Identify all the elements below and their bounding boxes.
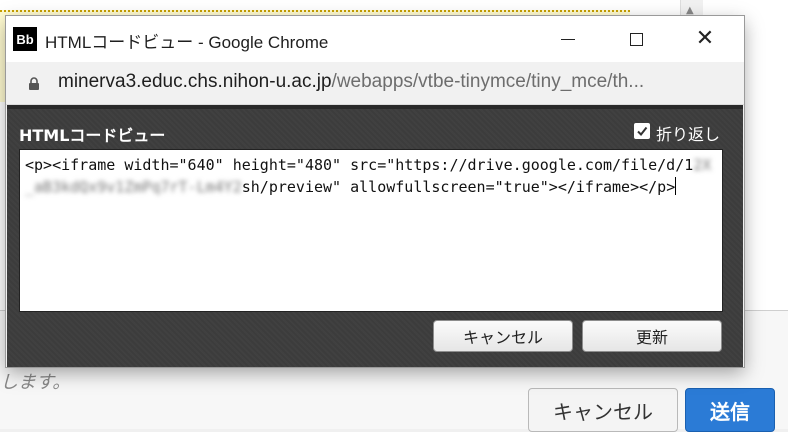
close-icon: ✕ xyxy=(695,26,715,51)
address-bar[interactable]: minerva3.educ.chs.nihon-u.ac.jp/webapps/… xyxy=(6,62,744,105)
dialog-title: HTMLコードビュー xyxy=(19,126,166,145)
lock-icon xyxy=(29,77,39,90)
code-text-after: sh/preview" allowfullscreen="true"></ifr… xyxy=(241,178,676,196)
code-text-before: <p><iframe width="640" height="480" src=… xyxy=(25,156,694,174)
scroll-up-icon[interactable]: ▲ xyxy=(686,5,694,16)
html-code-textarea[interactable]: <p><iframe width="640" height="480" src=… xyxy=(19,149,723,312)
dialog-update-button[interactable]: 更新 xyxy=(582,320,722,352)
minimize-icon xyxy=(561,38,575,40)
url-path: /webapps/vtbe-tinymce/tiny_mce/th... xyxy=(331,71,645,92)
url-host: minerva3.educ.chs.nihon-u.ac.jp xyxy=(58,71,332,92)
checkmark-icon xyxy=(637,126,648,137)
close-button[interactable]: ✕ xyxy=(673,16,737,62)
url-text[interactable]: minerva3.educ.chs.nihon-u.ac.jp/webapps/… xyxy=(58,71,644,93)
popup-window: Bb HTMLコードビュー - Google Chrome ✕ minerva3… xyxy=(6,16,744,367)
maximize-button[interactable] xyxy=(604,16,668,62)
background-submit-button[interactable]: 送信 xyxy=(685,388,775,432)
window-title: HTMLコードビュー - Google Chrome xyxy=(45,33,329,52)
dialog-cancel-button[interactable]: キャンセル xyxy=(433,320,573,352)
wrap-checkbox[interactable] xyxy=(634,123,650,139)
maximize-icon xyxy=(629,32,643,46)
background-cancel-button[interactable]: キャンセル xyxy=(528,388,678,432)
window-titlebar[interactable]: Bb HTMLコードビュー - Google Chrome ✕ xyxy=(6,16,744,62)
blackboard-logo-icon: Bb xyxy=(13,27,37,51)
text-caret xyxy=(675,177,677,195)
wrap-label[interactable]: 折り返し xyxy=(656,121,720,145)
html-code-view-dialog: HTMLコードビュー 折り返し <p><iframe width="640" h… xyxy=(7,105,743,367)
background-note-text: します。 xyxy=(0,372,71,393)
minimize-button[interactable] xyxy=(536,16,600,62)
